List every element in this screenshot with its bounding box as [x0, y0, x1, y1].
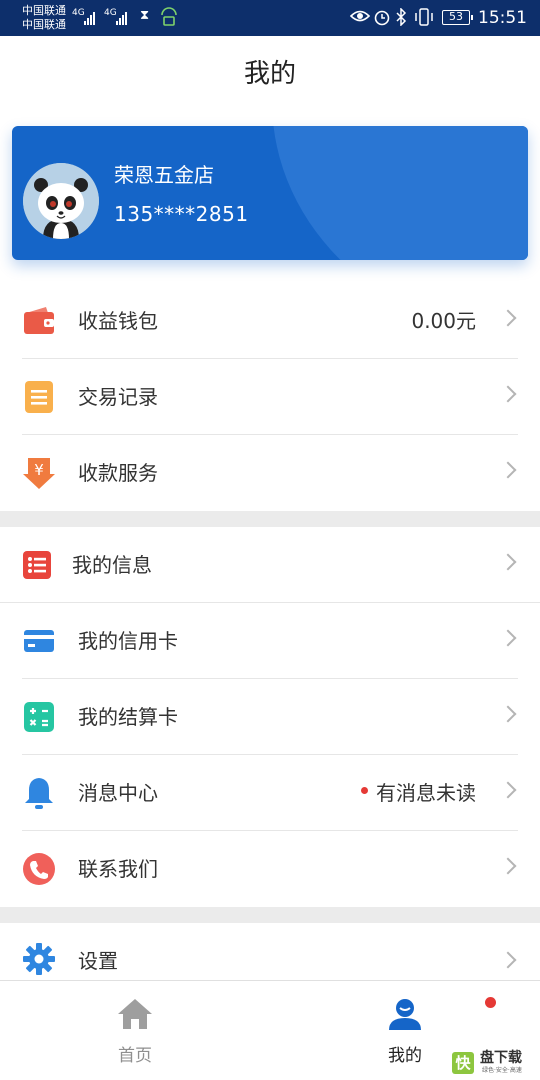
alarm-icon: [373, 8, 391, 31]
menu-label: 交易记录: [78, 385, 158, 409]
signal-icon: [84, 9, 95, 25]
chevron-right-icon: [499, 385, 517, 403]
wallet-balance: 0.00元: [411, 309, 476, 333]
user-icon: [387, 997, 423, 1031]
menu-item-settings[interactable]: 设置: [0, 923, 540, 985]
chevron-right-icon: [499, 629, 517, 647]
svg-text:¥: ¥: [34, 461, 44, 479]
watermark-logo: 快 盘下载 绿色·安全·高速: [452, 1050, 538, 1078]
phone-icon: [22, 852, 56, 886]
vibrate-icon: [413, 8, 435, 31]
menu-item-payment-service[interactable]: ¥ 收款服务: [0, 435, 540, 511]
unread-status: 有消息未读: [361, 755, 476, 831]
menu-label: 我的结算卡: [78, 705, 178, 729]
page-title: 我的: [243, 59, 296, 89]
tab-label: 我的: [388, 1046, 422, 1066]
menu-item-my-info[interactable]: 我的信息: [0, 527, 540, 603]
yuan-arrow-icon: ¥: [22, 456, 56, 490]
chevron-right-icon: [499, 461, 517, 479]
tab-home[interactable]: 首页: [75, 981, 195, 1080]
chevron-right-icon: [499, 951, 517, 969]
menu-item-wallet[interactable]: 收益钱包 0.00元: [0, 283, 540, 359]
gear-icon: [22, 942, 56, 976]
menu-label: 我的信用卡: [78, 629, 178, 653]
phone-number: 135****2851: [114, 202, 249, 226]
tab-mine[interactable]: 我的: [345, 981, 465, 1080]
menu-label: 消息中心: [78, 781, 158, 805]
menu-item-contact-us[interactable]: 联系我们: [0, 831, 540, 907]
menu-label: 收款服务: [78, 461, 158, 485]
section-gap: [0, 907, 540, 923]
eye-icon: [349, 8, 371, 29]
bluetooth-icon: [395, 7, 407, 31]
network-type-2: 4G: [104, 8, 117, 18]
chevron-right-icon: [499, 553, 517, 571]
wallet-icon: [22, 304, 56, 338]
menu-item-settlement-card[interactable]: 我的结算卡: [0, 679, 540, 755]
watermark-text: 盘下载: [480, 1050, 522, 1066]
menu-item-credit-card[interactable]: 我的信用卡: [0, 603, 540, 679]
profile-card[interactable]: 荣恩五金店 135****2851: [12, 126, 528, 260]
network-type-1: 4G: [72, 8, 85, 18]
menu-label: 收益钱包: [78, 309, 158, 333]
watermark-badge: 快: [452, 1052, 474, 1074]
signal-icon: [116, 9, 127, 25]
battery-indicator: 53: [442, 10, 473, 25]
card-decoration: [272, 126, 528, 260]
tab-label: 首页: [118, 1046, 152, 1066]
list-icon: [22, 548, 56, 582]
chevron-right-icon: [499, 309, 517, 327]
section-gap: [0, 511, 540, 527]
carrier-labels: 中国联通 中国联通: [22, 4, 66, 32]
unread-dot: [361, 787, 368, 794]
avatar[interactable]: [23, 163, 99, 239]
status-bar: 中国联通 中国联通 4G 4G ⧗ 53 15:51: [0, 0, 540, 36]
chevron-right-icon: [499, 781, 517, 799]
menu-label: 我的信息: [72, 553, 152, 577]
home-icon: [117, 997, 153, 1031]
menu-label: 联系我们: [78, 857, 158, 881]
calculator-icon: [22, 700, 56, 734]
bell-icon: [22, 776, 56, 810]
watermark-subtext: 绿色·安全·高速: [482, 1067, 522, 1074]
credit-card-icon: [22, 624, 56, 658]
notification-dot: [485, 997, 496, 1008]
chevron-right-icon: [499, 705, 517, 723]
menu-item-transactions[interactable]: 交易记录: [0, 359, 540, 435]
chevron-right-icon: [499, 857, 517, 875]
menu-item-message-center[interactable]: 消息中心 有消息未读: [0, 755, 540, 831]
unread-text: 有消息未读: [376, 781, 476, 805]
document-icon: [22, 380, 56, 414]
lock-wifi-icon: [160, 7, 178, 32]
shop-name: 荣恩五金店: [114, 163, 214, 187]
clock: 15:51: [478, 8, 527, 28]
carrier-1: 中国联通: [22, 4, 66, 17]
hourglass-icon: ⧗: [140, 8, 150, 23]
carrier-2: 中国联通: [22, 18, 66, 31]
